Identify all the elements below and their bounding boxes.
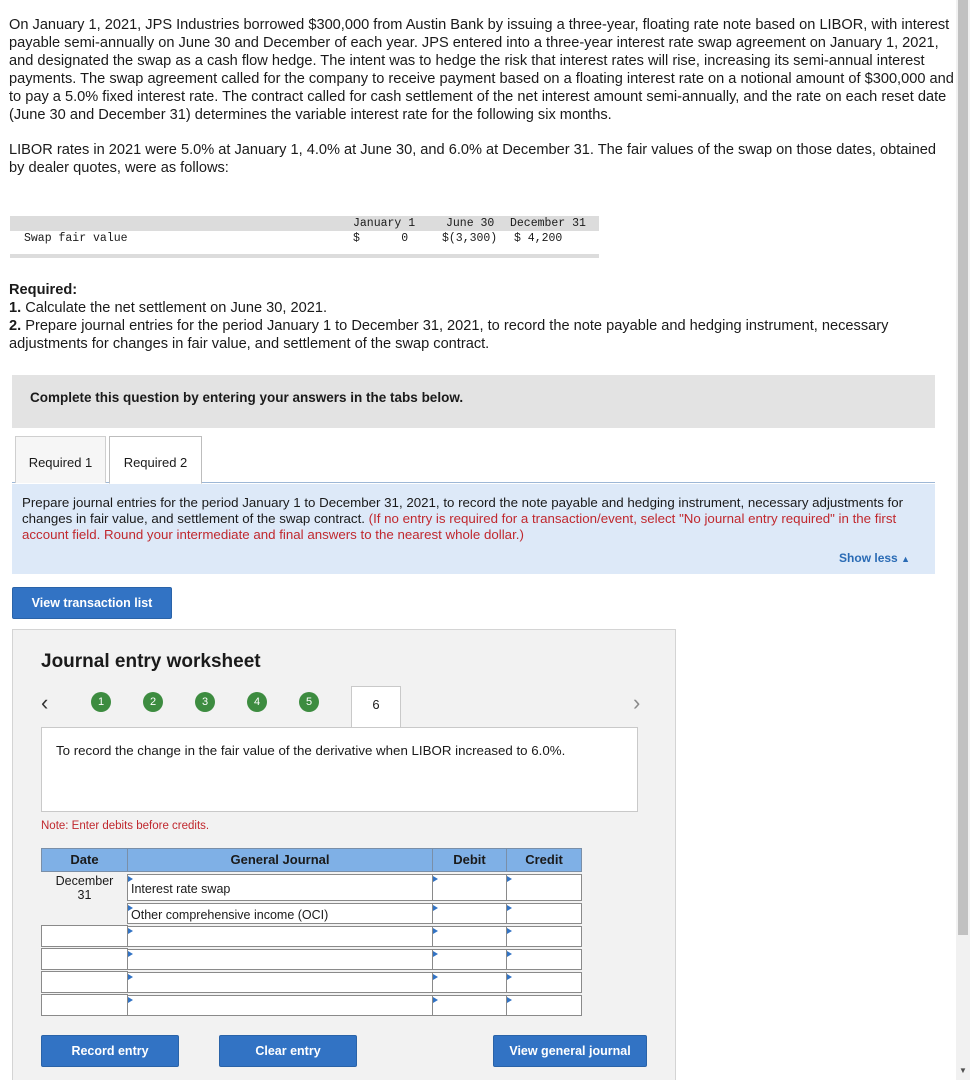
input-marker-icon bbox=[507, 905, 512, 911]
view-general-journal-button[interactable]: View general journal bbox=[493, 1035, 647, 1067]
credit-field-row-3[interactable] bbox=[506, 926, 582, 947]
date-field-row-4[interactable] bbox=[41, 948, 128, 970]
show-less-link[interactable]: Show less ▲ bbox=[839, 551, 910, 565]
input-marker-icon bbox=[507, 876, 512, 882]
dropdown-marker-icon bbox=[128, 905, 133, 911]
required-section: Required: 1. Calculate the net settlemen… bbox=[9, 281, 954, 353]
step-1-button[interactable]: 1 bbox=[91, 692, 111, 712]
input-marker-icon bbox=[507, 928, 512, 934]
debit-field-row-1[interactable] bbox=[432, 874, 507, 901]
debit-field-row-2[interactable] bbox=[432, 903, 507, 924]
dropdown-marker-icon bbox=[128, 974, 133, 980]
input-marker-icon bbox=[507, 951, 512, 957]
fv-header-jan1: January 1 bbox=[353, 217, 416, 230]
required-item-1: 1. Calculate the net settlement on June … bbox=[9, 299, 954, 317]
record-entry-button[interactable]: Record entry bbox=[41, 1035, 179, 1067]
problem-paragraph-2: LIBOR rates in 2021 were 5.0% at January… bbox=[9, 142, 937, 176]
input-marker-icon bbox=[433, 905, 438, 911]
header-debit: Debit bbox=[432, 848, 507, 872]
dropdown-marker-icon bbox=[128, 997, 133, 1003]
input-marker-icon bbox=[433, 974, 438, 980]
fv-table-footer-band bbox=[10, 254, 599, 258]
tab-required-2[interactable]: Required 2 bbox=[109, 436, 202, 484]
account-name: Other comprehensive income (OCI) bbox=[131, 908, 329, 922]
credit-field-row-4[interactable] bbox=[506, 949, 582, 970]
header-general-journal: General Journal bbox=[127, 848, 433, 872]
page-scrollbar-thumb[interactable] bbox=[958, 0, 968, 935]
clear-entry-button[interactable]: Clear entry bbox=[219, 1035, 357, 1067]
account-field-row-4[interactable] bbox=[127, 949, 433, 970]
debit-field-row-5[interactable] bbox=[432, 972, 507, 993]
worksheet-title: Journal entry worksheet bbox=[41, 651, 261, 672]
fv-header-dec31: December 31 bbox=[510, 217, 586, 230]
credit-field-row-2[interactable] bbox=[506, 903, 582, 924]
step-3-button[interactable]: 3 bbox=[195, 692, 215, 712]
date-month: December bbox=[55, 874, 114, 888]
date-field-row-3[interactable] bbox=[41, 925, 128, 947]
account-field-row-2[interactable]: Other comprehensive income (OCI) bbox=[127, 903, 433, 924]
input-marker-icon bbox=[507, 997, 512, 1003]
account-field-row-1[interactable]: Interest rate swap bbox=[127, 874, 433, 901]
date-day: 31 bbox=[77, 888, 92, 902]
instruction-panel: Prepare journal entries for the period J… bbox=[12, 484, 935, 574]
fv-row-label: Swap fair value bbox=[24, 232, 128, 245]
required-item-1-text: Calculate the net settlement on June 30,… bbox=[21, 300, 328, 316]
input-marker-icon bbox=[433, 876, 438, 882]
journal-entry-worksheet: Journal entry worksheet ‹ 1 2 3 4 5 6 › … bbox=[12, 629, 676, 1080]
account-field-row-6[interactable] bbox=[127, 995, 433, 1016]
debits-before-credits-note: Note: Enter debits before credits. bbox=[41, 820, 210, 832]
dropdown-marker-icon bbox=[128, 951, 133, 957]
problem-paragraph-1: On January 1, 2021, JPS Industries borro… bbox=[9, 17, 954, 123]
header-date: Date bbox=[41, 848, 128, 872]
fv-value-jun30: $(3,300) bbox=[442, 232, 498, 245]
entry-description: To record the change in the fair value o… bbox=[56, 743, 566, 758]
dropdown-marker-icon bbox=[128, 876, 133, 882]
input-marker-icon bbox=[433, 928, 438, 934]
date-field-row-5[interactable] bbox=[41, 971, 128, 993]
input-marker-icon bbox=[433, 997, 438, 1003]
show-less-label: Show less bbox=[839, 551, 898, 565]
input-marker-icon bbox=[433, 951, 438, 957]
account-field-row-3[interactable] bbox=[127, 926, 433, 947]
debit-field-row-3[interactable] bbox=[432, 926, 507, 947]
credit-field-row-1[interactable] bbox=[506, 874, 582, 901]
required-heading: Required: bbox=[9, 282, 78, 298]
triangle-up-icon: ▲ bbox=[901, 554, 910, 564]
credit-field-row-6[interactable] bbox=[506, 995, 582, 1016]
entry-description-box: To record the change in the fair value o… bbox=[41, 727, 638, 812]
step-4-button[interactable]: 4 bbox=[247, 692, 267, 712]
fv-value-dec31: $ 4,200 bbox=[514, 232, 563, 245]
account-field-row-5[interactable] bbox=[127, 972, 433, 993]
scroll-down-arrow-icon[interactable]: ▼ bbox=[957, 1066, 969, 1078]
problem-statement: On January 1, 2021, JPS Industries borro… bbox=[9, 16, 954, 194]
dropdown-marker-icon bbox=[128, 928, 133, 934]
tab-required-1[interactable]: Required 1 bbox=[15, 436, 106, 483]
header-credit: Credit bbox=[506, 848, 582, 872]
chevron-right-icon[interactable]: › bbox=[633, 690, 640, 716]
swap-fair-value-table: January 1 June 30 December 31 Swap fair … bbox=[10, 216, 599, 258]
complete-question-text: Complete this question by entering your … bbox=[30, 390, 464, 405]
required-item-2-number: 2. bbox=[9, 318, 22, 334]
fv-header-jun30: June 30 bbox=[446, 217, 495, 230]
debit-field-row-4[interactable] bbox=[432, 949, 507, 970]
view-transaction-list-button[interactable]: View transaction list bbox=[12, 587, 172, 619]
required-item-2-text: Prepare journal entries for the period J… bbox=[9, 318, 889, 352]
chevron-left-icon[interactable]: ‹ bbox=[41, 690, 48, 716]
credit-field-row-5[interactable] bbox=[506, 972, 582, 993]
required-item-2: 2. Prepare journal entries for the perio… bbox=[9, 317, 954, 353]
step-6-button-current[interactable]: 6 bbox=[351, 686, 401, 728]
required-item-1-number: 1. bbox=[9, 300, 22, 316]
required-tabs: Required 1 Required 2 bbox=[12, 436, 935, 484]
date-field-row-6[interactable] bbox=[41, 994, 128, 1016]
step-2-button[interactable]: 2 bbox=[143, 692, 163, 712]
instruction-text: Prepare journal entries for the period J… bbox=[22, 495, 922, 543]
date-cell-december-31: December 31 bbox=[41, 871, 128, 923]
input-marker-icon bbox=[507, 974, 512, 980]
step-5-button[interactable]: 5 bbox=[299, 692, 319, 712]
account-name: Interest rate swap bbox=[131, 882, 231, 896]
complete-question-banner: Complete this question by entering your … bbox=[12, 375, 935, 428]
debit-field-row-6[interactable] bbox=[432, 995, 507, 1016]
fv-value-jan1: $ 0 bbox=[353, 232, 409, 245]
